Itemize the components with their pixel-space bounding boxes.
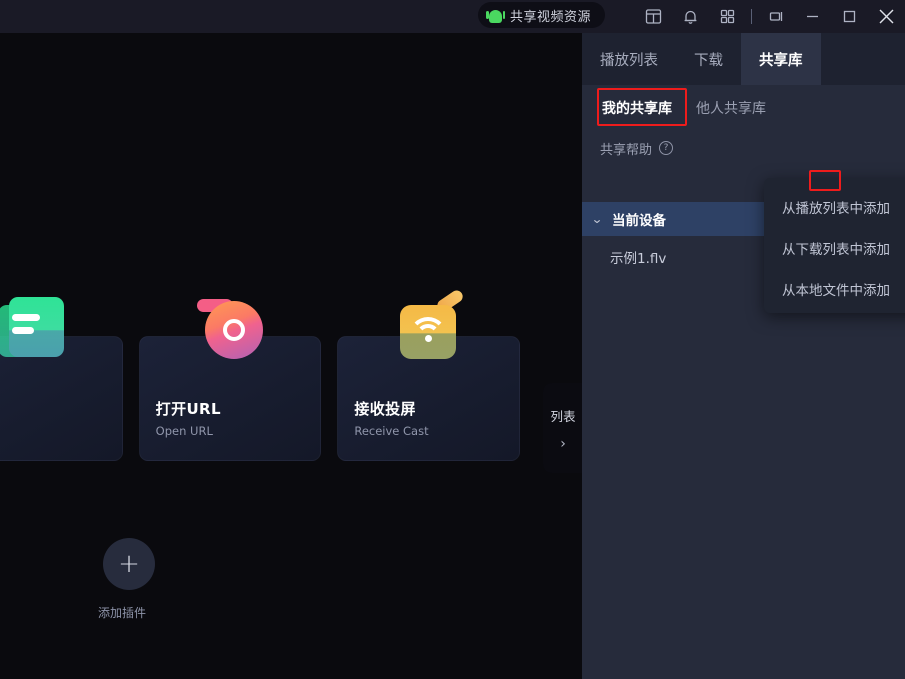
bell-icon[interactable]: [672, 0, 709, 33]
list-tab-label: 列表: [550, 408, 576, 424]
add-plugin-label: 添加插件: [97, 606, 146, 620]
plus-icon: +: [103, 538, 155, 590]
list-side-tab[interactable]: 列表 ›: [543, 383, 583, 473]
question-mark-icon[interactable]: ?: [659, 141, 674, 155]
file-name: 示例1.flv: [610, 251, 667, 267]
card-subtitle: Receive Cast: [354, 424, 429, 438]
title-bar-controls: [635, 0, 905, 33]
subtab-others-shared-library[interactable]: 他人共享库: [684, 85, 778, 131]
open-url-icon: [197, 297, 263, 363]
receive-cast-icon: [396, 288, 465, 363]
feature-card-list: 种子 Torrent 打开URL Open URL: [0, 288, 521, 466]
panel-subtab-bar: 我的共享库 他人共享库: [582, 85, 905, 131]
share-video-resource-badge[interactable]: 共享视频资源: [478, 2, 606, 28]
layout-icon[interactable]: [635, 0, 672, 33]
card-open-url[interactable]: 打开URL Open URL: [138, 299, 322, 461]
divider: [751, 9, 752, 24]
card-title: 接收投屏: [354, 400, 416, 418]
maximize-icon[interactable]: [831, 0, 868, 33]
main-content-area: 种子 Torrent 打开URL Open URL: [0, 33, 583, 679]
minimize-icon[interactable]: [794, 0, 831, 33]
card-torrent[interactable]: 种子 Torrent: [0, 297, 123, 461]
card-subtitle: Open URL: [155, 424, 213, 438]
share-badge-label: 共享视频资源: [510, 9, 592, 25]
device-name-label: 当前设备: [612, 213, 666, 229]
torrent-icon: [0, 297, 65, 363]
app-window: 共享视频资源 打开URL Open URL 接收投屏 Receive Cast …: [0, 0, 905, 679]
pin-window-icon[interactable]: [757, 0, 794, 33]
android-icon: [486, 8, 505, 23]
tab-download[interactable]: 下载: [676, 33, 741, 85]
chevron-right-icon: ›: [560, 435, 566, 452]
title-bar: 共享视频资源: [0, 0, 905, 33]
share-help-label: 共享帮助: [600, 142, 653, 158]
share-help-row[interactable]: 共享帮助 ?: [582, 131, 905, 165]
card-text: 打开URL Open URL: [156, 398, 221, 438]
menu-item-add-from-playlist[interactable]: 从播放列表中添加: [764, 186, 905, 227]
side-panel: 播放列表 下载 共享库 我的共享库 他人共享库 共享帮助 ? ⌄ 当前设备 示例…: [582, 33, 905, 679]
panel-tab-bar: 播放列表 下载 共享库: [582, 33, 905, 85]
card-text: 接收投屏 Receive Cast: [354, 398, 428, 438]
menu-item-add-from-download-list[interactable]: 从下载列表中添加: [764, 227, 905, 268]
subtab-my-shared-library[interactable]: 我的共享库: [590, 85, 684, 131]
tab-playlist[interactable]: 播放列表: [582, 33, 676, 85]
chevron-down-icon[interactable]: ⌄: [579, 212, 615, 226]
tab-shared-library[interactable]: 共享库: [741, 33, 821, 85]
add-source-dropdown-menu: 从播放列表中添加 从下载列表中添加 从本地文件中添加: [764, 178, 905, 313]
add-plugin-button[interactable]: + 添加插件: [98, 538, 155, 621]
menu-item-add-from-local-files[interactable]: 从本地文件中添加: [764, 268, 905, 309]
card-title: 打开URL: [155, 400, 221, 418]
card-receive-cast[interactable]: 接收投屏 Receive Cast: [337, 288, 521, 461]
grid-apps-icon[interactable]: [709, 0, 746, 33]
close-icon[interactable]: [868, 0, 905, 33]
